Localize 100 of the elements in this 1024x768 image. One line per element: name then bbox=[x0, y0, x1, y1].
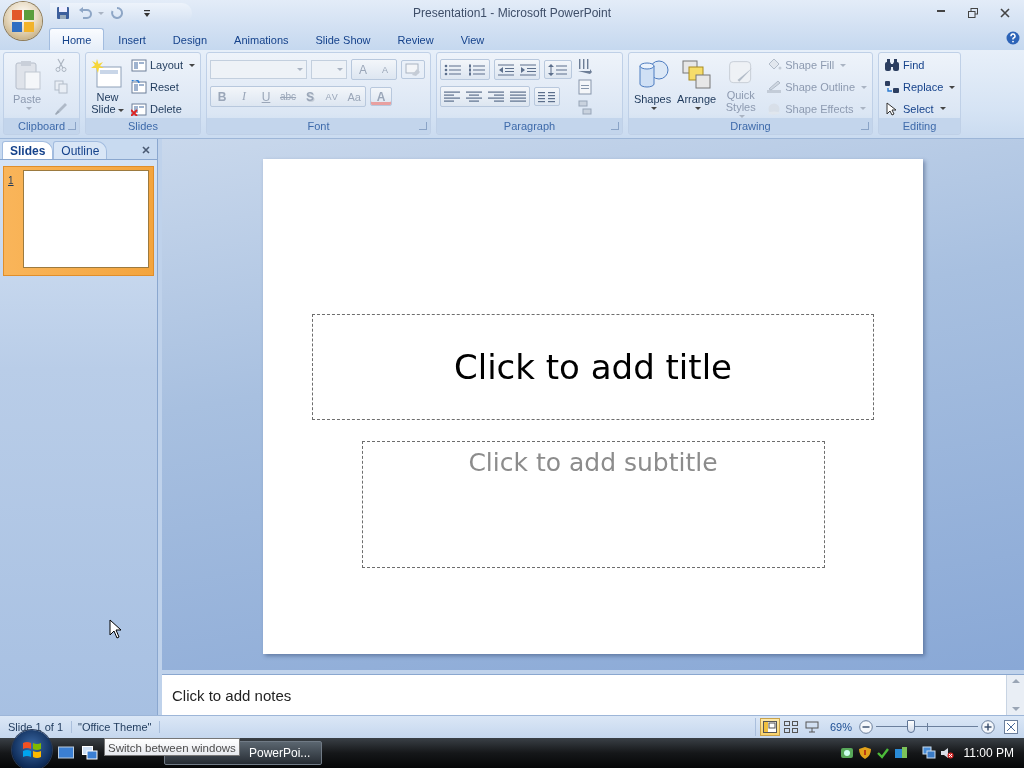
binoculars-icon bbox=[884, 58, 900, 73]
shield-icon[interactable] bbox=[857, 746, 872, 760]
drawing-button[interactable]: Shapes bbox=[632, 56, 674, 118]
grid-icon bbox=[783, 721, 798, 733]
align-icon bbox=[444, 90, 460, 103]
bullets-icon bbox=[444, 63, 462, 76]
plus-icon bbox=[981, 720, 995, 734]
group-label: Drawing bbox=[730, 120, 771, 132]
zoom-out-button[interactable] bbox=[858, 719, 874, 735]
zoom-in-button[interactable] bbox=[980, 719, 996, 735]
pane-tab[interactable]: Slides bbox=[2, 141, 54, 159]
network-icon[interactable] bbox=[893, 746, 908, 760]
windows-logo-icon bbox=[21, 739, 43, 761]
arrange-icon bbox=[680, 59, 713, 91]
zoom-percent[interactable]: 69% bbox=[829, 721, 852, 733]
theme-name: "Office Theme" bbox=[72, 721, 161, 733]
text-direction-icon bbox=[578, 57, 592, 74]
speaker-muted-icon[interactable] bbox=[939, 746, 954, 760]
caret-icon bbox=[98, 11, 104, 15]
editing-button[interactable]: Replace bbox=[882, 77, 958, 97]
align-text-icon bbox=[578, 78, 592, 95]
minimize-icon bbox=[937, 9, 945, 12]
new-slide-icon bbox=[91, 59, 124, 89]
title-placeholder[interactable]: Click to add title bbox=[312, 314, 874, 420]
group-label: Editing bbox=[902, 120, 937, 132]
window-title: Presentation1 - Microsoft PowerPoint bbox=[411, 6, 613, 20]
layout-icon bbox=[130, 58, 147, 73]
caret-icon bbox=[337, 68, 343, 71]
caret-icon bbox=[840, 63, 847, 67]
columns-icon bbox=[538, 90, 556, 103]
stacked-windows-icon bbox=[82, 746, 98, 760]
caret-icon bbox=[651, 107, 658, 110]
help-icon[interactable] bbox=[1006, 31, 1020, 45]
tray-app-icon[interactable] bbox=[839, 746, 854, 760]
brush-icon bbox=[54, 101, 68, 116]
copy-icon bbox=[54, 80, 68, 94]
editing-button[interactable]: Select bbox=[882, 99, 958, 118]
ribbon-tab[interactable]: Animations bbox=[221, 28, 302, 50]
save-button[interactable] bbox=[54, 4, 72, 22]
clock: 11:00 PM bbox=[963, 746, 1014, 760]
caret-icon bbox=[939, 107, 946, 111]
caret-icon bbox=[117, 108, 124, 112]
notes-field[interactable]: Click to add notes bbox=[162, 675, 1006, 715]
ribbon-tab[interactable]: Slide Show bbox=[302, 28, 384, 50]
slide-command-button[interactable]: Reset bbox=[128, 77, 197, 97]
editing-button[interactable]: Find bbox=[882, 56, 958, 75]
checkmark-icon[interactable] bbox=[875, 746, 890, 760]
ribbon-tab[interactable]: View bbox=[447, 28, 498, 50]
customize-icon bbox=[143, 8, 151, 18]
align-icon bbox=[466, 90, 482, 103]
new-slide-button[interactable]: New Slide bbox=[89, 56, 126, 118]
tooltip: Switch between windows bbox=[104, 738, 240, 756]
replace-icon bbox=[884, 80, 900, 94]
office-button[interactable] bbox=[4, 2, 42, 40]
slide-thumbnail-item[interactable]: 1 bbox=[3, 166, 154, 276]
line-spacing-button[interactable] bbox=[544, 60, 572, 79]
line-spacing-icon bbox=[548, 63, 568, 76]
pane-tab[interactable]: Outline bbox=[53, 141, 108, 159]
group-label: Slides bbox=[128, 120, 158, 132]
scissors-icon bbox=[54, 58, 68, 73]
shapes-icon bbox=[636, 59, 669, 91]
caret-icon bbox=[695, 107, 702, 110]
caret-icon bbox=[189, 63, 195, 67]
start-button[interactable] bbox=[12, 730, 52, 768]
undo-icon bbox=[78, 6, 92, 20]
drawing-button[interactable]: Arrange bbox=[676, 56, 718, 118]
slider-thumb[interactable] bbox=[906, 720, 915, 733]
numbering-icon bbox=[468, 63, 486, 76]
columns-button[interactable] bbox=[534, 87, 560, 106]
caret-icon bbox=[859, 107, 866, 111]
caret-icon bbox=[25, 107, 32, 110]
desktop-icon bbox=[58, 746, 74, 760]
ribbon-tab[interactable]: Design bbox=[159, 28, 221, 50]
scrollbar[interactable] bbox=[1006, 675, 1024, 715]
office-logo-icon bbox=[10, 8, 36, 34]
group-label: Paragraph bbox=[503, 120, 556, 132]
slide-command-button[interactable]: Delete bbox=[128, 99, 197, 118]
switch-windows-button[interactable] bbox=[80, 743, 100, 763]
zoom-slider[interactable] bbox=[876, 719, 978, 735]
ribbon-tab[interactable]: Review bbox=[384, 28, 447, 50]
ribbon-tab[interactable]: Home bbox=[49, 28, 105, 50]
fit-to-window-button[interactable] bbox=[1002, 718, 1020, 736]
monitors-icon[interactable] bbox=[921, 746, 936, 760]
normal-view-button[interactable] bbox=[759, 718, 780, 736]
reset-icon bbox=[130, 80, 147, 94]
slide-command-button[interactable]: Layout bbox=[128, 56, 197, 75]
align-icon bbox=[510, 90, 526, 103]
group-label: Clipboard bbox=[17, 120, 66, 132]
indent-icon bbox=[520, 63, 536, 76]
caret-icon bbox=[861, 85, 867, 89]
align-icon bbox=[488, 90, 504, 103]
fit-icon bbox=[1004, 720, 1018, 734]
align-text-button[interactable] bbox=[575, 77, 595, 96]
save-icon bbox=[56, 6, 70, 20]
normal-view-icon bbox=[762, 721, 777, 733]
indent-icon bbox=[498, 63, 514, 76]
ribbon-tab[interactable]: Insert bbox=[105, 28, 159, 50]
caret-icon bbox=[949, 85, 956, 89]
clipboard-icon bbox=[12, 59, 42, 91]
close-pane-button[interactable] bbox=[141, 145, 151, 155]
